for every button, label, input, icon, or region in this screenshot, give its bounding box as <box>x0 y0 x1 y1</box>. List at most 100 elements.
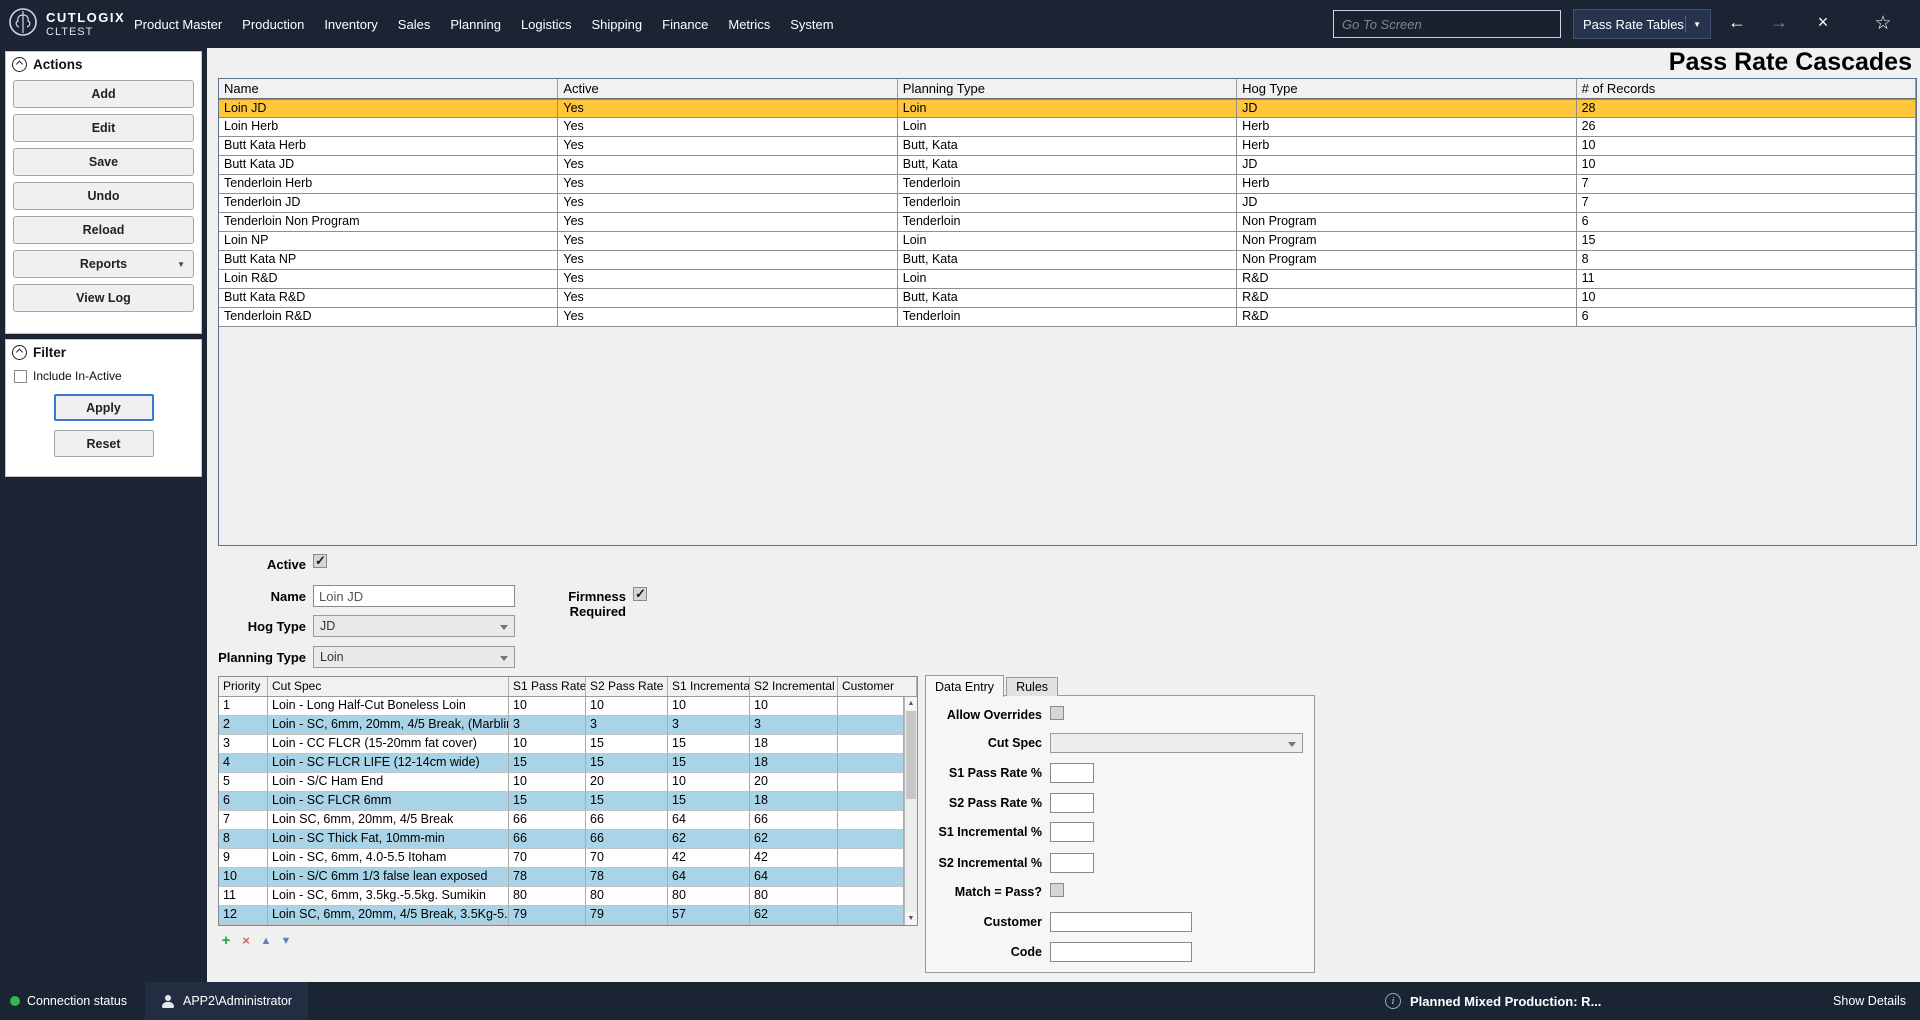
match-pass-checkbox[interactable] <box>1050 883 1064 897</box>
nav-item-planning[interactable]: Planning <box>440 17 511 32</box>
add-button[interactable]: Add <box>13 80 194 108</box>
s1-incremental-input[interactable] <box>1050 822 1094 842</box>
main-table-body: Loin JDYesLoinJD28Loin HerbYesLoinHerb26… <box>219 99 1916 327</box>
add-row-icon[interactable]: + <box>218 932 234 949</box>
column-header-of-records[interactable]: # of Records <box>1577 79 1916 98</box>
cutspec-row[interactable]: 9Loin - SC, 6mm, 4.0-5.5 Itoham70704242 <box>219 849 904 868</box>
nav-item-system[interactable]: System <box>780 17 843 32</box>
notification[interactable]: i Planned Mixed Production: R... <box>1385 982 1601 1020</box>
table-row[interactable]: Butt Kata HerbYesButt, KataHerb10 <box>219 137 1916 156</box>
scrollbar-thumb[interactable] <box>906 711 916 799</box>
undo-button[interactable]: Undo <box>13 182 194 210</box>
cell-hog-type: Herb <box>1237 137 1576 155</box>
reports-button[interactable]: Reports▼ <box>13 250 194 278</box>
save-button[interactable]: Save <box>13 148 194 176</box>
nav-item-shipping[interactable]: Shipping <box>582 17 653 32</box>
firmness-required-checkbox[interactable] <box>633 587 647 601</box>
apply-button[interactable]: Apply <box>54 394 154 421</box>
s1-pass-rate-input[interactable] <box>1050 763 1094 783</box>
column-header-s2-pass-rate[interactable]: S2 Pass Rate <box>586 677 668 696</box>
column-header-priority[interactable]: Priority <box>219 677 268 696</box>
nav-item-logistics[interactable]: Logistics <box>511 17 582 32</box>
back-icon[interactable]: ← <box>1724 12 1750 33</box>
cutspec-row[interactable]: 10Loin - S/C 6mm 1/3 false lean exposed7… <box>219 868 904 887</box>
delete-row-icon[interactable]: × <box>238 933 254 948</box>
collapse-icon[interactable] <box>12 345 27 360</box>
column-header-s1-pass-rate[interactable]: S1 Pass Rate <box>509 677 586 696</box>
connection-status[interactable]: Connection status <box>10 982 127 1020</box>
scroll-up-icon[interactable]: ▲ <box>905 697 917 710</box>
column-header-s1-incremental[interactable]: S1 Incremental <box>668 677 750 696</box>
table-row[interactable]: Loin NPYesLoinNon Program15 <box>219 232 1916 251</box>
active-checkbox[interactable] <box>313 554 327 568</box>
cut-spec-select[interactable] <box>1050 733 1303 753</box>
table-row[interactable]: Loin HerbYesLoinHerb26 <box>219 118 1916 137</box>
cutspec-row[interactable]: 12Loin SC, 6mm, 20mm, 4/5 Break, 3.5Kg-5… <box>219 906 904 925</box>
tab-data-entry[interactable]: Data Entry <box>925 675 1004 697</box>
planning-type-select[interactable]: Loin <box>313 646 515 668</box>
move-down-icon[interactable]: ▼ <box>278 935 294 947</box>
scroll-down-icon[interactable]: ▼ <box>905 912 917 925</box>
show-details-link[interactable]: Show Details <box>1833 982 1906 1020</box>
collapse-icon[interactable] <box>12 57 27 72</box>
reset-button[interactable]: Reset <box>54 430 154 457</box>
include-inactive-checkbox[interactable] <box>14 370 27 383</box>
edit-button[interactable]: Edit <box>13 114 194 142</box>
column-header-hog-type[interactable]: Hog Type <box>1237 79 1576 98</box>
cell-cut-spec: Loin - SC, 6mm, 4.0-5.5 Itoham <box>268 849 509 868</box>
s2-incremental-input[interactable] <box>1050 853 1094 873</box>
cutspec-row[interactable]: 8Loin - SC Thick Fat, 10mm-min66666262 <box>219 830 904 849</box>
actions-panel-header[interactable]: Actions <box>6 52 201 74</box>
table-row[interactable]: Loin R&DYesLoinR&D11 <box>219 270 1916 289</box>
column-header-planning-type[interactable]: Planning Type <box>898 79 1237 98</box>
table-row[interactable]: Tenderloin R&DYesTenderloinR&D6 <box>219 308 1916 327</box>
nav-item-sales[interactable]: Sales <box>388 17 441 32</box>
user-chip[interactable]: APP2\Administrator <box>145 982 308 1020</box>
cutspec-row[interactable]: 3Loin - CC FLCR (15-20mm fat cover)10151… <box>219 735 904 754</box>
cutspec-row[interactable]: 5Loin - S/C Ham End10201020 <box>219 773 904 792</box>
table-row[interactable]: Loin JDYesLoinJD28 <box>219 99 1916 118</box>
name-input[interactable] <box>313 585 515 607</box>
table-row[interactable]: Tenderloin Non ProgramYesTenderloinNon P… <box>219 213 1916 232</box>
column-header-active[interactable]: Active <box>558 79 897 98</box>
column-header-s2-incremental[interactable]: S2 Incremental <box>750 677 838 696</box>
filter-panel-header[interactable]: Filter <box>6 340 201 362</box>
cutspec-row[interactable]: 2Loin - SC, 6mm, 20mm, 4/5 Break, (Marbl… <box>219 716 904 735</box>
reload-button[interactable]: Reload <box>13 216 194 244</box>
cell-cut-spec: Loin - SC FLCR LIFE (12-14cm wide) <box>268 754 509 773</box>
table-row[interactable]: Tenderloin JDYesTenderloinJD7 <box>219 194 1916 213</box>
cell-planning-type: Tenderloin <box>898 308 1237 326</box>
customer-input[interactable] <box>1050 912 1192 932</box>
nav-item-product-master[interactable]: Product Master <box>124 17 232 32</box>
cell-active: Yes <box>558 137 897 155</box>
view-log-button[interactable]: View Log <box>13 284 194 312</box>
screen-selector-dropdown[interactable]: Pass Rate Tables ▼ <box>1573 9 1711 39</box>
s2-pass-rate-input[interactable] <box>1050 793 1094 813</box>
nav-item-production[interactable]: Production <box>232 17 314 32</box>
close-icon[interactable]: × <box>1810 12 1836 33</box>
column-header-cut-spec[interactable]: Cut Spec <box>268 677 509 696</box>
cutspec-row[interactable]: 11Loin - SC, 6mm, 3.5kg.-5.5kg. Sumikin8… <box>219 887 904 906</box>
nav-item-finance[interactable]: Finance <box>652 17 718 32</box>
code-input[interactable] <box>1050 942 1192 962</box>
tab-rules[interactable]: Rules <box>1006 677 1058 696</box>
cutspec-row[interactable]: 6Loin - SC FLCR 6mm15151518 <box>219 792 904 811</box>
allow-overrides-checkbox[interactable] <box>1050 706 1064 720</box>
column-header-customer[interactable]: Customer <box>838 677 917 696</box>
favorite-star-icon[interactable]: ☆ <box>1870 12 1896 35</box>
nav-item-metrics[interactable]: Metrics <box>718 17 780 32</box>
table-row[interactable]: Tenderloin HerbYesTenderloinHerb7 <box>219 175 1916 194</box>
table-row[interactable]: Butt Kata NPYesButt, KataNon Program8 <box>219 251 1916 270</box>
hog-type-select[interactable]: JD <box>313 615 515 637</box>
cutspec-row[interactable]: 1Loin - Long Half-Cut Boneless Loin10101… <box>219 697 904 716</box>
column-header-name[interactable]: Name <box>219 79 558 98</box>
go-to-screen-input[interactable] <box>1333 10 1561 38</box>
move-up-icon[interactable]: ▲ <box>258 935 274 947</box>
vertical-scrollbar[interactable]: ▲ ▼ <box>904 697 917 925</box>
forward-icon[interactable]: → <box>1766 12 1792 33</box>
cutspec-row[interactable]: 7Loin SC, 6mm, 20mm, 4/5 Break66666466 <box>219 811 904 830</box>
table-row[interactable]: Butt Kata R&DYesButt, KataR&D10 <box>219 289 1916 308</box>
cutspec-row[interactable]: 4Loin - SC FLCR LIFE (12-14cm wide)15151… <box>219 754 904 773</box>
nav-item-inventory[interactable]: Inventory <box>314 17 387 32</box>
table-row[interactable]: Butt Kata JDYesButt, KataJD10 <box>219 156 1916 175</box>
